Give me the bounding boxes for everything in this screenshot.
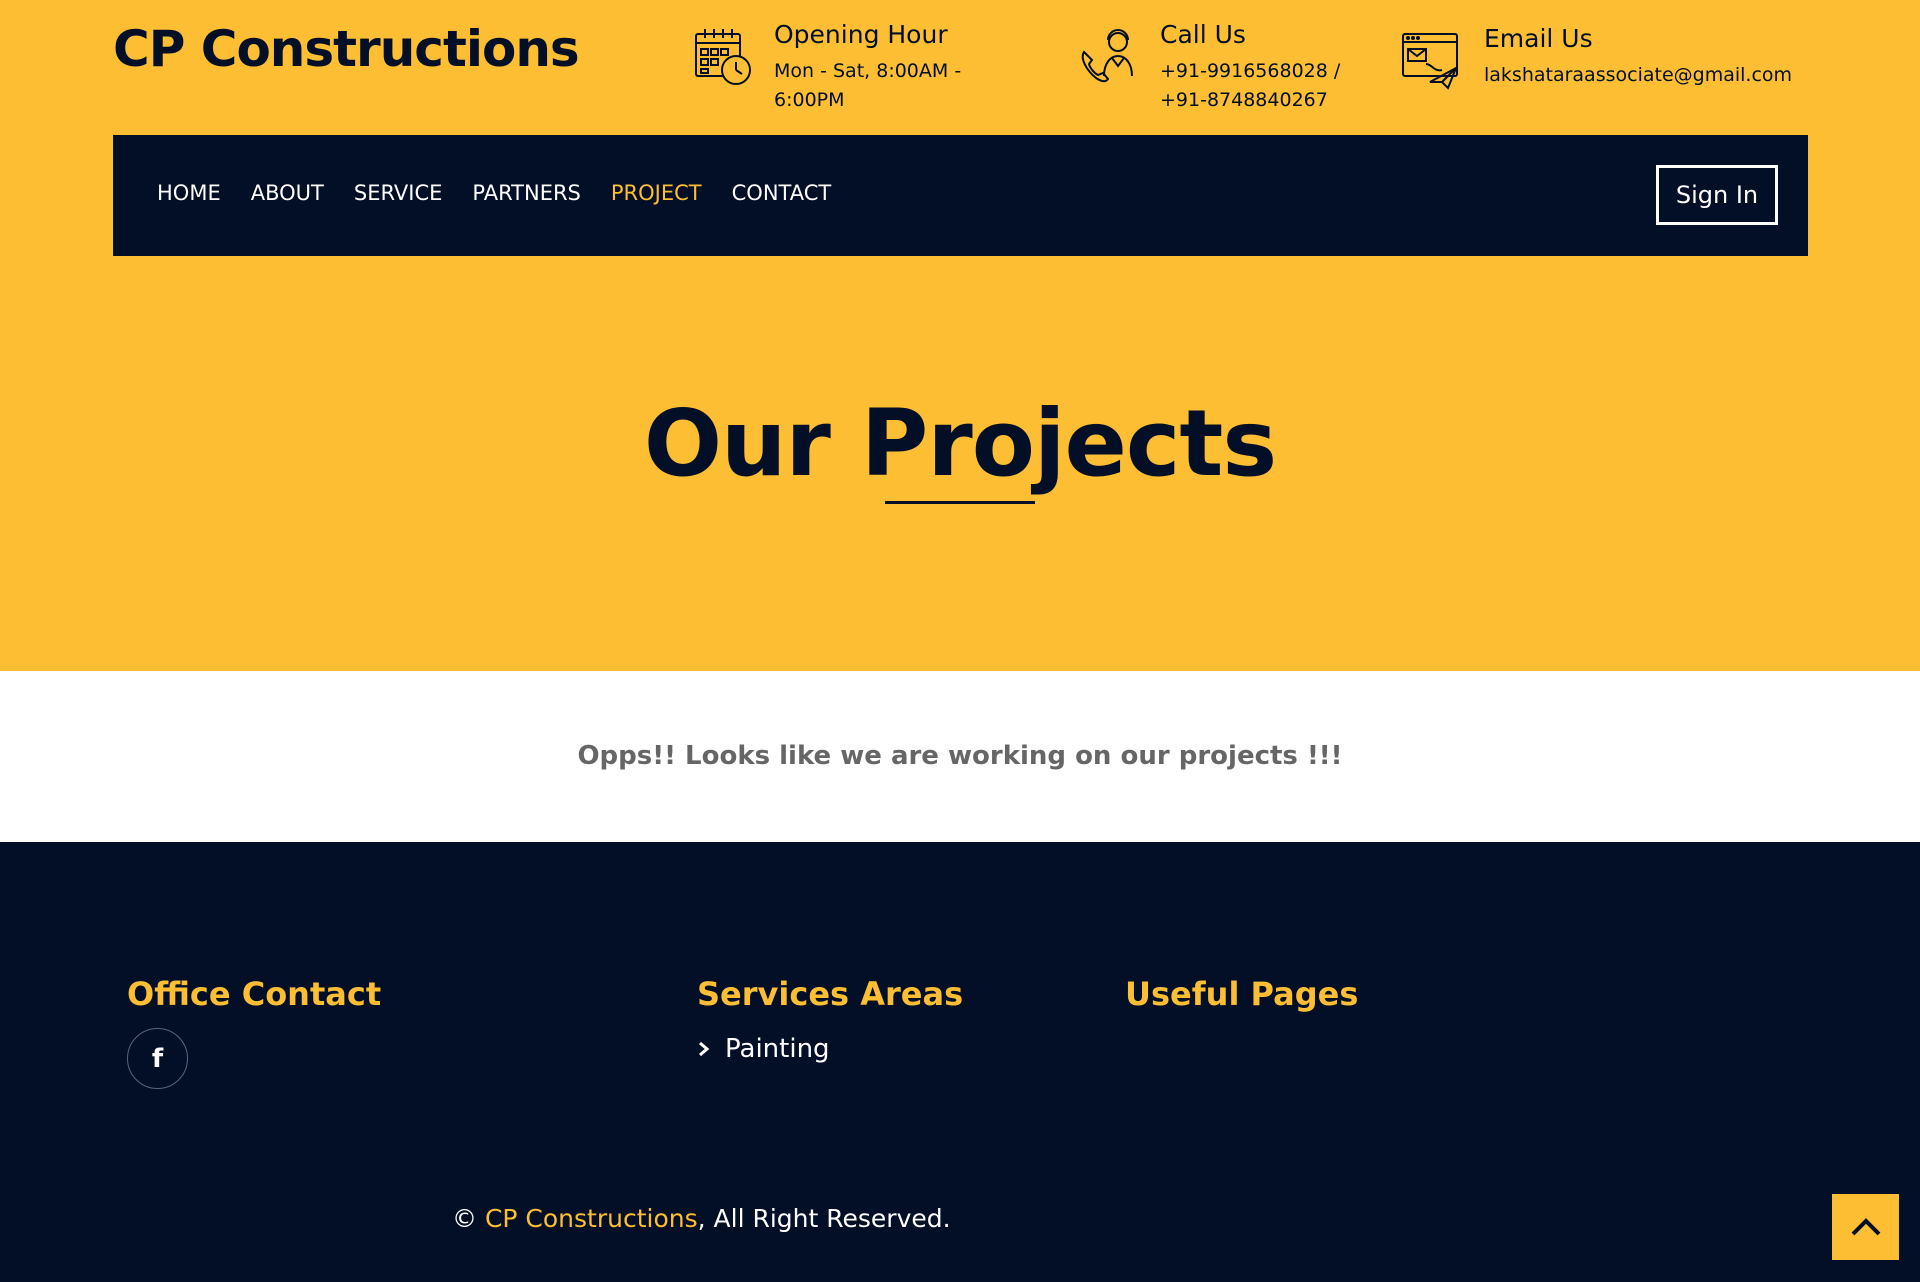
- chevron-right-icon: [699, 1041, 710, 1057]
- empty-projects-message: Opps!! Looks like we are working on our …: [577, 741, 1343, 771]
- nav-item-home[interactable]: HOME: [157, 181, 221, 205]
- opening-hour-block: Opening Hour Mon - Sat, 8:00AM - 6:00PM: [692, 20, 1032, 115]
- copyright-suffix: , All Right Reserved.: [697, 1204, 951, 1233]
- nav-item-contact[interactable]: CONTACT: [732, 181, 832, 205]
- useful-pages-heading: Useful Pages: [1125, 975, 1359, 1013]
- support-agent-phone-icon: [1081, 29, 1133, 83]
- nav-item-about[interactable]: ABOUT: [251, 181, 324, 205]
- site-brand[interactable]: CP Constructions: [113, 20, 580, 78]
- copyright-brand-link[interactable]: CP Constructions: [485, 1204, 698, 1233]
- opening-hour-title: Opening Hour: [774, 20, 948, 49]
- copyright-text: © CP Constructions, All Right Reserved.: [452, 1204, 951, 1233]
- service-link-label: Painting: [725, 1034, 830, 1064]
- email-us-value[interactable]: lakshataraassociate@gmail.com: [1484, 61, 1792, 90]
- email-us-block: Email Us lakshataraassociate@gmail.com: [1400, 24, 1820, 92]
- back-to-top-button[interactable]: [1832, 1194, 1899, 1260]
- call-us-title: Call Us: [1160, 20, 1246, 49]
- services-areas-heading: Services Areas: [697, 975, 964, 1013]
- email-us-title: Email Us: [1484, 24, 1593, 53]
- sign-in-button[interactable]: Sign In: [1656, 165, 1778, 225]
- nav-links: HOME ABOUT SERVICE PARTNERS PROJECT CONT…: [157, 181, 831, 205]
- call-us-block: Call Us +91-9916568028 / +91-8748840267: [1078, 20, 1398, 115]
- chevron-up-icon: [1851, 1218, 1880, 1236]
- title-underline: [885, 501, 1035, 504]
- page-title: Our Projects: [643, 390, 1277, 497]
- nav-item-project[interactable]: PROJECT: [611, 181, 702, 205]
- opening-hour-value: Mon - Sat, 8:00AM - 6:00PM: [774, 60, 962, 111]
- projects-section: Opps!! Looks like we are working on our …: [0, 671, 1920, 842]
- calendar-clock-icon: [695, 29, 751, 85]
- main-navbar: HOME ABOUT SERVICE PARTNERS PROJECT CONT…: [113, 135, 1808, 256]
- nav-item-partners[interactable]: PARTNERS: [472, 181, 580, 205]
- facebook-icon: f: [151, 1043, 164, 1074]
- service-link-painting[interactable]: Painting: [697, 1034, 830, 1064]
- call-us-value[interactable]: +91-9916568028 / +91-8748840267: [1160, 57, 1392, 115]
- site-footer: Office Contact Services Areas Useful Pag…: [0, 842, 1920, 1282]
- facebook-button[interactable]: f: [127, 1028, 188, 1089]
- office-contact-heading: Office Contact: [127, 975, 382, 1013]
- nav-item-service[interactable]: SERVICE: [354, 181, 443, 205]
- email-send-icon: [1402, 33, 1458, 90]
- copyright-symbol: ©: [452, 1204, 477, 1233]
